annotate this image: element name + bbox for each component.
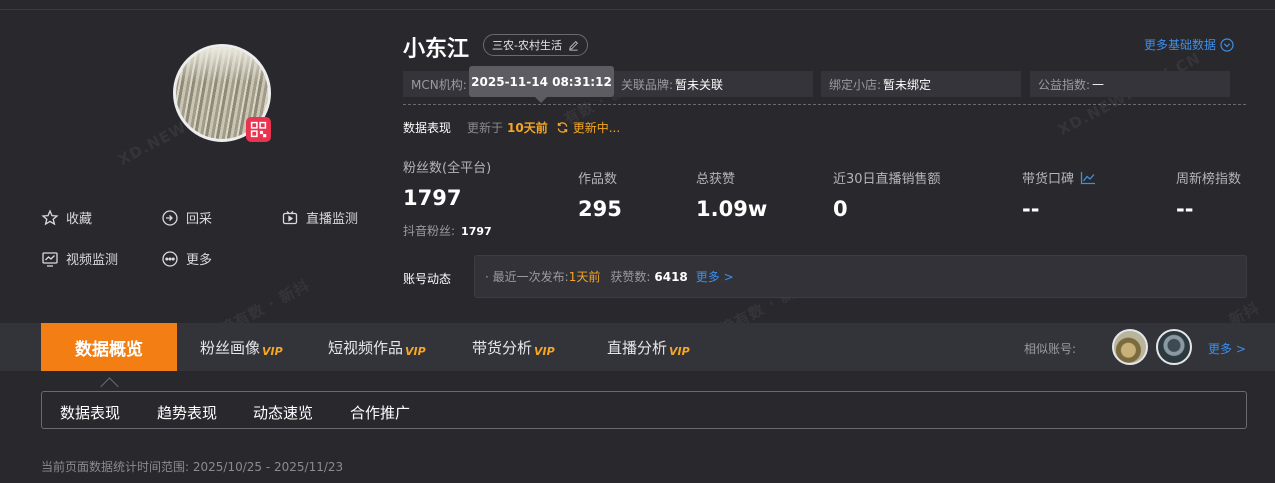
similar-account-avatar[interactable] (1156, 329, 1192, 365)
chevron-down-circle-icon (1220, 37, 1234, 52)
subtab-dynamics[interactable]: 动态速览 (253, 402, 313, 423)
more-dots-icon (161, 250, 179, 268)
last-post-label: · 最近一次发布: (485, 270, 569, 284)
tab-goods[interactable]: 带货分析 VIP (472, 337, 555, 358)
fans-label: 粉丝数(全平台) (403, 161, 492, 176)
video-monitor-button[interactable]: 视频监测 (41, 249, 118, 268)
tab-live-label: 直播分析 (607, 339, 668, 357)
dyn-likes-label: 获赞数: (610, 270, 651, 284)
qr-code-button[interactable] (246, 117, 271, 142)
sub-tab-bar (41, 391, 1247, 429)
live-monitor-label: 直播监测 (306, 212, 359, 227)
shop-label: 绑定小店: (829, 77, 882, 92)
reputation-value: -- (1022, 197, 1040, 221)
favorite-label: 收藏 (66, 212, 93, 227)
more-button[interactable]: 更多 (161, 249, 212, 268)
update-time-tooltip: 2025-11-14 08:31:12 (469, 66, 614, 103)
brand-label: 关联品牌: (621, 77, 674, 92)
dynamics-box: · 最近一次发布: 1天前 获赞数: 6418 更多 > (474, 255, 1247, 298)
douyin-fans: 抖音粉丝: 1797 (403, 222, 492, 239)
vip-badge: VIP (534, 345, 555, 358)
dyn-likes-value: 6418 (654, 269, 688, 284)
dynamics-label: 账号动态 (403, 272, 452, 286)
tab-live[interactable]: 直播分析 VIP (607, 337, 690, 358)
reputation-label: 带货口碑 (1022, 172, 1075, 187)
tab-fans-label: 粉丝画像 (200, 339, 261, 357)
qr-code-icon (250, 121, 267, 138)
performance-header: 数据表现 更新于 10天前 更新中... (403, 119, 620, 136)
works-label: 作品数 (578, 172, 618, 187)
dynamics-more-link[interactable]: 更多 > (696, 268, 734, 285)
star-icon (41, 208, 59, 227)
charity-value: — (1092, 77, 1105, 91)
collect-label: 回采 (186, 212, 213, 227)
updated-prefix: 更新于 (467, 121, 504, 135)
tab-overview[interactable]: 数据概览 (41, 323, 177, 371)
live-sales-value: 0 (833, 197, 848, 221)
weekly-index-label: 周新榜指数 (1176, 172, 1242, 187)
likes-value: 1.09w (696, 197, 768, 221)
date-range-text: 当前页面数据统计时间范围: 2025/10/25 - 2025/11/23 (41, 460, 344, 474)
video-monitor-label: 视频监测 (66, 253, 119, 268)
login-arrow-icon (161, 209, 179, 227)
updated-ago: 10天前 (507, 121, 548, 135)
subtab-performance[interactable]: 数据表现 (60, 402, 120, 423)
similar-more-link[interactable]: 更多 > (1208, 340, 1246, 357)
weekly-index-value: -- (1176, 197, 1194, 221)
updating-label: 更新中... (572, 121, 621, 135)
brand-value: 暂未关联 (675, 77, 724, 92)
monitor-chart-icon (41, 250, 59, 268)
brand-field: 关联品牌: 暂未关联 (613, 71, 813, 97)
top-divider (0, 9, 1275, 10)
tab-videos-label: 短视频作品 (328, 339, 404, 357)
category-tag[interactable]: 三农-农村生活 (483, 34, 588, 56)
similar-accounts-label: 相似账号: (1024, 342, 1077, 356)
douyin-fans-value: 1797 (461, 225, 492, 238)
charity-label: 公益指数: (1038, 77, 1091, 92)
category-label: 三农-农村生活 (492, 39, 562, 52)
vip-badge: VIP (262, 345, 283, 358)
refresh-icon (557, 122, 568, 133)
live-monitor-button[interactable]: 直播监测 (281, 208, 358, 227)
subtab-trend[interactable]: 趋势表现 (157, 402, 217, 423)
fans-value: 1797 (403, 186, 462, 210)
charity-field: 公益指数: — (1030, 71, 1230, 97)
tab-videos[interactable]: 短视频作品 VIP (328, 337, 426, 358)
live-sales-label: 近30日直播销售额 (833, 172, 941, 187)
tv-icon (281, 209, 299, 227)
account-name: 小东江 (403, 37, 470, 62)
last-post-value: 1天前 (568, 270, 601, 284)
mcn-label: MCN机构: (411, 77, 467, 92)
collect-button[interactable]: 回采 (161, 208, 212, 227)
edit-icon (569, 40, 579, 51)
vip-badge: VIP (669, 345, 690, 358)
more-basic-data-link[interactable]: 更多基础数据 (1144, 36, 1234, 53)
shop-field: 绑定小店: 暂未绑定 (821, 71, 1021, 97)
subtab-promotion[interactable]: 合作推广 (350, 402, 410, 423)
trend-chart-icon[interactable] (1080, 171, 1096, 185)
shop-value: 暂未绑定 (883, 77, 932, 92)
more-label: 更多 (186, 253, 213, 268)
performance-title: 数据表现 (403, 121, 452, 135)
tab-fans[interactable]: 粉丝画像 VIP (200, 337, 283, 358)
tab-goods-label: 带货分析 (472, 339, 533, 357)
likes-label: 总获赞 (696, 172, 736, 187)
vip-badge: VIP (405, 345, 426, 358)
refresh-button[interactable]: 更新中... (556, 119, 620, 136)
more-basic-data-label: 更多基础数据 (1144, 38, 1217, 52)
works-value: 295 (578, 197, 622, 221)
douyin-fans-label: 抖音粉丝: (403, 224, 456, 238)
similar-account-avatar[interactable] (1112, 329, 1148, 365)
reputation-header: 带货口碑 (1022, 168, 1096, 187)
dashed-divider (403, 104, 1246, 105)
favorite-button[interactable]: 收藏 (41, 208, 92, 227)
